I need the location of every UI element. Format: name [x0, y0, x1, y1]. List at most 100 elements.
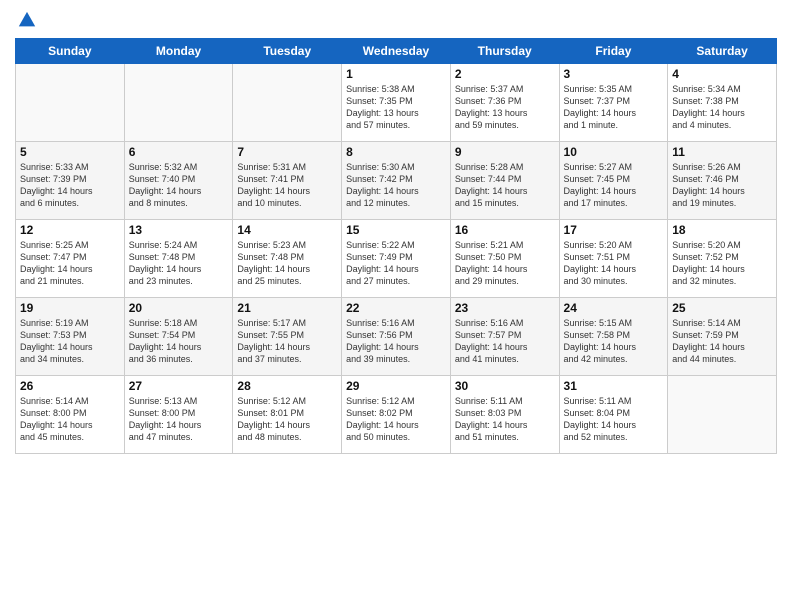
calendar-cell: 11 Sunrise: 5:26 AM Sunset: 7:46 PM Dayli… [668, 142, 777, 220]
logo [15, 10, 37, 30]
day-number: 8 [346, 145, 446, 159]
calendar-cell: 4Sunrise: 5:34 AM Sunset: 7:38 PM Daylig… [668, 64, 777, 142]
weekday-header-row: SundayMondayTuesdayWednesdayThursdayFrid… [16, 39, 777, 64]
weekday-header-tuesday: Tuesday [233, 39, 342, 64]
cell-content: Sunrise: 5:33 AM Sunset: 7:39 PM Dayligh… [20, 161, 120, 210]
cell-content: Sunrise: 5:31 AM Sunset: 7:41 PM Dayligh… [237, 161, 337, 210]
cell-content: Sunrise: 5:14 AM Sunset: 8:00 PM Dayligh… [20, 395, 120, 444]
day-number: 17 [564, 223, 664, 237]
calendar-cell: 20 Sunrise: 5:18 AM Sunset: 7:54 PM Dayli… [124, 298, 233, 376]
calendar-cell: 5 Sunrise: 5:33 AM Sunset: 7:39 PM Daylig… [16, 142, 125, 220]
cell-content: Sunrise: 5:12 AM Sunset: 8:01 PM Dayligh… [237, 395, 337, 444]
week-row-4: 19 Sunrise: 5:19 AM Sunset: 7:53 PM Dayli… [16, 298, 777, 376]
cell-content: Sunrise: 5:32 AM Sunset: 7:40 PM Dayligh… [129, 161, 229, 210]
calendar-cell: 7 Sunrise: 5:31 AM Sunset: 7:41 PM Daylig… [233, 142, 342, 220]
weekday-header-friday: Friday [559, 39, 668, 64]
calendar-cell: 22 Sunrise: 5:16 AM Sunset: 7:56 PM Dayli… [342, 298, 451, 376]
calendar-cell: 28 Sunrise: 5:12 AM Sunset: 8:01 PM Dayli… [233, 376, 342, 454]
calendar-cell [668, 376, 777, 454]
calendar-cell: 8 Sunrise: 5:30 AM Sunset: 7:42 PM Daylig… [342, 142, 451, 220]
cell-content: Sunrise: 5:23 AM Sunset: 7:48 PM Dayligh… [237, 239, 337, 288]
logo-icon [17, 10, 37, 30]
day-number: 13 [129, 223, 229, 237]
calendar-cell: 12 Sunrise: 5:25 AM Sunset: 7:47 PM Dayli… [16, 220, 125, 298]
calendar-table: SundayMondayTuesdayWednesdayThursdayFrid… [15, 38, 777, 454]
weekday-header-wednesday: Wednesday [342, 39, 451, 64]
day-number: 23 [455, 301, 555, 315]
calendar-cell: 16 Sunrise: 5:21 AM Sunset: 7:50 PM Dayli… [450, 220, 559, 298]
calendar-cell: 3 Sunrise: 5:35 AM Sunset: 7:37 PM Daylig… [559, 64, 668, 142]
calendar-cell: 27Sunrise: 5:13 AM Sunset: 8:00 PM Dayli… [124, 376, 233, 454]
calendar-cell: 26 Sunrise: 5:14 AM Sunset: 8:00 PM Dayli… [16, 376, 125, 454]
week-row-5: 26 Sunrise: 5:14 AM Sunset: 8:00 PM Dayli… [16, 376, 777, 454]
calendar-cell: 6 Sunrise: 5:32 AM Sunset: 7:40 PM Daylig… [124, 142, 233, 220]
calendar-cell: 31 Sunrise: 5:11 AM Sunset: 8:04 PM Dayli… [559, 376, 668, 454]
calendar-cell: 14 Sunrise: 5:23 AM Sunset: 7:48 PM Dayli… [233, 220, 342, 298]
calendar-cell: 9 Sunrise: 5:28 AM Sunset: 7:44 PM Daylig… [450, 142, 559, 220]
day-number: 15 [346, 223, 446, 237]
calendar-cell: 29Sunrise: 5:12 AM Sunset: 8:02 PM Dayli… [342, 376, 451, 454]
cell-content: Sunrise: 5:30 AM Sunset: 7:42 PM Dayligh… [346, 161, 446, 210]
day-number: 22 [346, 301, 446, 315]
day-number: 4 [672, 67, 772, 81]
calendar-cell [124, 64, 233, 142]
day-number: 5 [20, 145, 120, 159]
day-number: 16 [455, 223, 555, 237]
calendar-cell: 21 Sunrise: 5:17 AM Sunset: 7:55 PM Dayli… [233, 298, 342, 376]
calendar-cell: 1 Sunrise: 5:38 AM Sunset: 7:35 PM Daylig… [342, 64, 451, 142]
cell-content: Sunrise: 5:25 AM Sunset: 7:47 PM Dayligh… [20, 239, 120, 288]
week-row-1: 1 Sunrise: 5:38 AM Sunset: 7:35 PM Daylig… [16, 64, 777, 142]
day-number: 30 [455, 379, 555, 393]
day-number: 25 [672, 301, 772, 315]
day-number: 9 [455, 145, 555, 159]
day-number: 18 [672, 223, 772, 237]
calendar-cell: 13 Sunrise: 5:24 AM Sunset: 7:48 PM Dayli… [124, 220, 233, 298]
calendar-cell: 30 Sunrise: 5:11 AM Sunset: 8:03 PM Dayli… [450, 376, 559, 454]
cell-content: Sunrise: 5:28 AM Sunset: 7:44 PM Dayligh… [455, 161, 555, 210]
cell-content: Sunrise: 5:11 AM Sunset: 8:03 PM Dayligh… [455, 395, 555, 444]
week-row-2: 5 Sunrise: 5:33 AM Sunset: 7:39 PM Daylig… [16, 142, 777, 220]
calendar-cell: 10Sunrise: 5:27 AM Sunset: 7:45 PM Dayli… [559, 142, 668, 220]
day-number: 20 [129, 301, 229, 315]
day-number: 29 [346, 379, 446, 393]
cell-content: Sunrise: 5:37 AM Sunset: 7:36 PM Dayligh… [455, 83, 555, 132]
day-number: 7 [237, 145, 337, 159]
day-number: 1 [346, 67, 446, 81]
calendar-cell [16, 64, 125, 142]
calendar-cell: 18Sunrise: 5:20 AM Sunset: 7:52 PM Dayli… [668, 220, 777, 298]
cell-content: Sunrise: 5:16 AM Sunset: 7:57 PM Dayligh… [455, 317, 555, 366]
page: SundayMondayTuesdayWednesdayThursdayFrid… [0, 0, 792, 612]
cell-content: Sunrise: 5:19 AM Sunset: 7:53 PM Dayligh… [20, 317, 120, 366]
day-number: 11 [672, 145, 772, 159]
cell-content: Sunrise: 5:11 AM Sunset: 8:04 PM Dayligh… [564, 395, 664, 444]
cell-content: Sunrise: 5:16 AM Sunset: 7:56 PM Dayligh… [346, 317, 446, 366]
day-number: 28 [237, 379, 337, 393]
cell-content: Sunrise: 5:35 AM Sunset: 7:37 PM Dayligh… [564, 83, 664, 132]
day-number: 26 [20, 379, 120, 393]
weekday-header-sunday: Sunday [16, 39, 125, 64]
cell-content: Sunrise: 5:17 AM Sunset: 7:55 PM Dayligh… [237, 317, 337, 366]
day-number: 31 [564, 379, 664, 393]
calendar-cell: 17 Sunrise: 5:20 AM Sunset: 7:51 PM Dayli… [559, 220, 668, 298]
cell-content: Sunrise: 5:20 AM Sunset: 7:51 PM Dayligh… [564, 239, 664, 288]
cell-content: Sunrise: 5:18 AM Sunset: 7:54 PM Dayligh… [129, 317, 229, 366]
header [15, 10, 777, 30]
calendar-cell: 25Sunrise: 5:14 AM Sunset: 7:59 PM Dayli… [668, 298, 777, 376]
calendar-cell: 19 Sunrise: 5:19 AM Sunset: 7:53 PM Dayli… [16, 298, 125, 376]
cell-content: Sunrise: 5:21 AM Sunset: 7:50 PM Dayligh… [455, 239, 555, 288]
day-number: 12 [20, 223, 120, 237]
day-number: 6 [129, 145, 229, 159]
day-number: 2 [455, 67, 555, 81]
cell-content: Sunrise: 5:24 AM Sunset: 7:48 PM Dayligh… [129, 239, 229, 288]
calendar-cell [233, 64, 342, 142]
cell-content: Sunrise: 5:38 AM Sunset: 7:35 PM Dayligh… [346, 83, 446, 132]
calendar-cell: 23 Sunrise: 5:16 AM Sunset: 7:57 PM Dayli… [450, 298, 559, 376]
cell-content: Sunrise: 5:26 AM Sunset: 7:46 PM Dayligh… [672, 161, 772, 210]
calendar-cell: 15Sunrise: 5:22 AM Sunset: 7:49 PM Dayli… [342, 220, 451, 298]
cell-content: Sunrise: 5:15 AM Sunset: 7:58 PM Dayligh… [564, 317, 664, 366]
day-number: 21 [237, 301, 337, 315]
day-number: 14 [237, 223, 337, 237]
day-number: 3 [564, 67, 664, 81]
day-number: 19 [20, 301, 120, 315]
weekday-header-saturday: Saturday [668, 39, 777, 64]
